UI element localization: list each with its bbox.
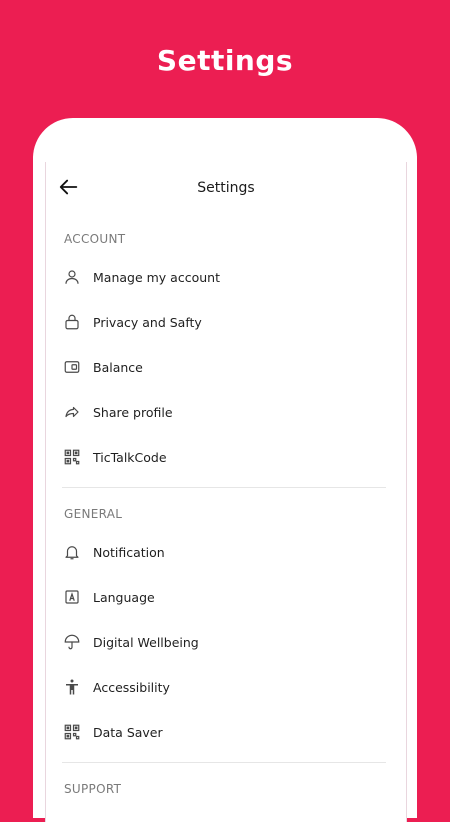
settings-item-notification[interactable]: Notification	[62, 530, 382, 574]
settings-item-label: Balance	[93, 359, 143, 375]
settings-item-label: TicTalkCode	[93, 449, 167, 465]
banner-title: Settings	[156, 44, 294, 77]
settings-item-label: Accessibility	[93, 679, 170, 695]
wallet-icon	[62, 357, 82, 377]
settings-item-label: Privacy and Safty	[93, 314, 202, 330]
accessibility-icon	[62, 677, 82, 697]
settings-item-label: Notification	[93, 544, 165, 560]
section-divider	[62, 762, 386, 763]
section-label-general: GENERAL	[64, 507, 123, 521]
bell-icon	[62, 542, 82, 562]
settings-item-privacy[interactable]: Privacy and Safty	[62, 300, 382, 344]
settings-item-accessibility[interactable]: Accessibility	[62, 665, 382, 709]
person-icon	[62, 267, 82, 287]
settings-item-label: Language	[93, 589, 155, 605]
settings-item-language[interactable]: Language	[62, 575, 382, 619]
page-title: Settings	[197, 180, 255, 196]
settings-item-digital-wellbeing[interactable]: Digital Wellbeing	[62, 620, 382, 664]
section-label-account: ACCOUNT	[64, 232, 126, 246]
qr-code-icon	[62, 447, 82, 467]
top-bar: Settings	[46, 162, 406, 214]
settings-item-data-saver[interactable]: Data Saver	[62, 710, 382, 754]
share-icon	[62, 402, 82, 422]
settings-item-balance[interactable]: Balance	[62, 345, 382, 389]
settings-item-label: Share profile	[93, 404, 173, 420]
settings-item-manage-account[interactable]: Manage my account	[62, 255, 382, 299]
umbrella-icon	[62, 632, 82, 652]
settings-item-tictalkcode[interactable]: TicTalkCode	[62, 435, 382, 479]
qr-code-icon	[62, 722, 82, 742]
settings-item-label: Data Saver	[93, 724, 163, 740]
section-divider	[62, 487, 386, 488]
settings-item-label: Manage my account	[93, 269, 220, 285]
phone-frame: Settings ACCOUNT Manage my account Priva…	[33, 118, 417, 822]
settings-screen: Settings ACCOUNT Manage my account Priva…	[45, 162, 407, 822]
settings-item-share-profile[interactable]: Share profile	[62, 390, 382, 434]
section-label-support: SUPPORT	[64, 782, 122, 796]
lock-icon	[62, 312, 82, 332]
settings-item-label: Digital Wellbeing	[93, 634, 199, 650]
language-icon	[62, 587, 82, 607]
